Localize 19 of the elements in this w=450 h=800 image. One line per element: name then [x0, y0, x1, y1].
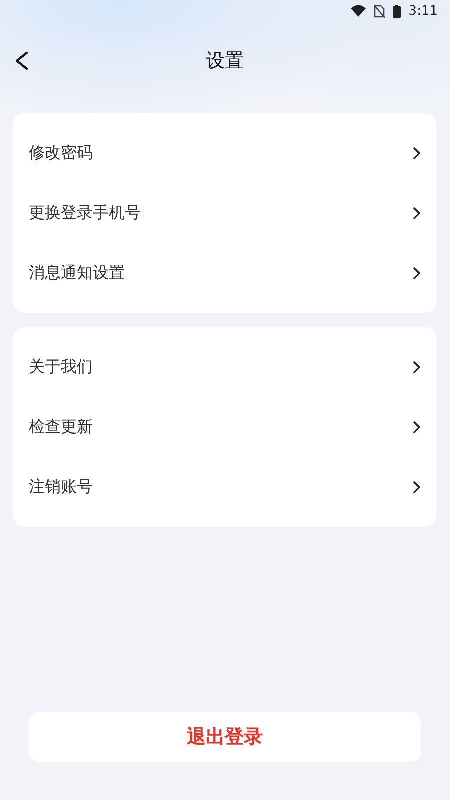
chevron-right-icon [413, 266, 421, 280]
battery-icon [392, 4, 401, 18]
chevron-right-icon [413, 146, 421, 160]
settings-item[interactable]: 修改密码 [13, 123, 437, 183]
settings-item[interactable]: 关于我们 [13, 337, 437, 397]
chevron-right-icon [413, 206, 421, 220]
no-sim-icon [374, 4, 385, 18]
status-time: 3:11 [408, 4, 438, 18]
chevron-right-icon [413, 480, 421, 494]
back-icon[interactable] [14, 51, 30, 71]
settings-item[interactable]: 更换登录手机号 [13, 183, 437, 243]
wifi-icon [350, 5, 366, 17]
settings-item[interactable]: 检查更新 [13, 397, 437, 457]
page-title: 设置 [206, 49, 244, 74]
settings-item[interactable]: 消息通知设置 [13, 243, 437, 303]
logout-button[interactable]: 退出登录 [29, 712, 421, 762]
chevron-right-icon [413, 360, 421, 374]
chevron-right-icon [413, 420, 421, 434]
settings-item[interactable]: 注销账号 [13, 457, 437, 517]
